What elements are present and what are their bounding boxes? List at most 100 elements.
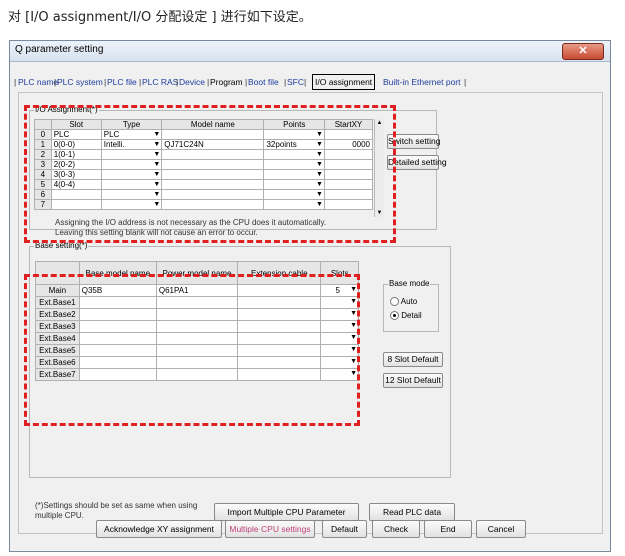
tab-plc-file[interactable]: PLC file — [107, 75, 137, 89]
power-model-cell[interactable] — [155, 344, 239, 357]
base-model-cell[interactable] — [78, 320, 157, 333]
slots-dropdown[interactable]: 5 ▼ — [320, 284, 359, 297]
type-dropdown[interactable]: PLC ▼ — [100, 129, 163, 140]
model-cell[interactable] — [161, 179, 265, 190]
type-dropdown[interactable]: ▼ — [100, 189, 163, 200]
tab-plc-system[interactable]: PLC system — [57, 75, 103, 89]
scroll-up-icon[interactable]: ▲ — [375, 119, 384, 127]
slot-cell: 1(0-1) — [50, 149, 102, 160]
startxy-cell[interactable] — [323, 129, 374, 140]
slots-dropdown[interactable]: ▼ — [320, 320, 359, 333]
startxy-cell[interactable] — [323, 159, 374, 170]
type-dropdown[interactable]: ▼ — [100, 149, 163, 160]
model-cell[interactable] — [161, 159, 265, 170]
cancel-button[interactable]: Cancel — [476, 520, 526, 538]
base-model-cell[interactable] — [78, 368, 157, 381]
startxy-cell[interactable] — [323, 169, 374, 180]
power-model-cell[interactable]: Q61PA1 — [155, 284, 239, 297]
type-dropdown[interactable]: ▼ — [100, 159, 163, 170]
power-model-cell[interactable] — [155, 332, 239, 345]
io-header-slot: Slot — [50, 119, 102, 130]
startxy-cell[interactable] — [323, 179, 374, 190]
dropdown-arrow-icon: ▼ — [316, 171, 323, 178]
tab-program[interactable]: Program — [210, 75, 243, 89]
default-button[interactable]: Default — [322, 520, 367, 538]
multiple-cpu-settings-button[interactable]: Multiple CPU settings — [225, 520, 315, 538]
detail-radio[interactable]: Detail — [390, 311, 422, 321]
model-cell[interactable] — [161, 169, 265, 180]
slots-dropdown[interactable]: ▼ — [320, 368, 359, 381]
extension-cable-cell[interactable] — [237, 296, 322, 309]
extension-cable-cell[interactable] — [237, 308, 322, 321]
power-model-cell[interactable] — [155, 296, 239, 309]
points-dropdown[interactable]: ▼ — [263, 169, 325, 180]
slot8-default-button[interactable]: 8 Slot Default — [383, 352, 443, 367]
end-button[interactable]: End — [424, 520, 472, 538]
tab-io-assignment[interactable]: I/O assignment — [312, 74, 376, 90]
points-dropdown[interactable]: ▼ — [263, 149, 325, 160]
io-table-scrollbar[interactable]: ▲ ▼ — [374, 119, 384, 217]
points-dropdown[interactable]: ▼ — [263, 129, 325, 140]
extension-cable-cell[interactable] — [237, 368, 322, 381]
power-model-cell[interactable] — [155, 356, 239, 369]
detailed-setting-button[interactable]: Detailed setting — [387, 155, 447, 170]
scroll-down-icon[interactable]: ▼ — [375, 209, 384, 217]
extension-cable-cell[interactable] — [237, 284, 322, 297]
startxy-cell[interactable] — [323, 199, 374, 210]
slots-dropdown[interactable]: ▼ — [320, 356, 359, 369]
base-model-cell[interactable] — [78, 356, 157, 369]
type-dropdown[interactable]: ▼ — [100, 199, 163, 210]
tab-plc-ras[interactable]: PLC RAS — [142, 75, 178, 89]
tab-device[interactable]: Device — [179, 75, 205, 89]
slots-dropdown[interactable]: ▼ — [320, 344, 359, 357]
startxy-cell[interactable]: 0000 — [323, 139, 374, 150]
dropdown-arrow-icon: ▼ — [153, 171, 161, 178]
extension-cable-cell[interactable] — [237, 320, 322, 333]
base-header-cable: Extension cable — [237, 261, 322, 285]
points-dropdown[interactable]: ▼ — [263, 199, 325, 210]
read-plc-data-button[interactable]: Read PLC data — [369, 503, 455, 521]
model-cell[interactable] — [161, 129, 265, 140]
check-button[interactable]: Check — [372, 520, 420, 538]
acknowledge-xy-button[interactable]: Acknowledge XY assignment — [96, 520, 222, 538]
power-model-cell[interactable] — [155, 320, 239, 333]
model-cell[interactable] — [161, 199, 265, 210]
points-dropdown[interactable]: ▼ — [263, 179, 325, 190]
points-dropdown[interactable]: ▼ — [263, 189, 325, 200]
power-model-cell[interactable] — [155, 308, 239, 321]
type-dropdown[interactable]: ▼ — [100, 179, 163, 190]
extension-cable-cell[interactable] — [237, 356, 322, 369]
type-dropdown[interactable]: ▼ — [100, 169, 163, 180]
extension-cable-cell[interactable] — [237, 344, 322, 357]
power-model-cell[interactable] — [155, 368, 239, 381]
close-button[interactable]: ✕ — [562, 43, 604, 60]
points-dropdown[interactable]: ▼ — [263, 159, 325, 170]
base-model-cell[interactable] — [78, 344, 157, 357]
points-dropdown[interactable]: 32points ▼ — [263, 139, 325, 150]
model-cell[interactable]: QJ71C24N — [161, 139, 265, 150]
import-multiple-cpu-button[interactable]: Import Multiple CPU Parameter — [214, 503, 359, 521]
slots-dropdown[interactable]: ▼ — [320, 308, 359, 321]
slot12-default-button[interactable]: 12 Slot Default — [383, 373, 443, 388]
io-note-line2: Leaving this setting blank will not caus… — [55, 228, 258, 237]
tab-sfc[interactable]: SFC — [287, 75, 304, 89]
base-model-cell[interactable]: Q35B — [78, 284, 157, 297]
tab-plc-name[interactable]: PLC name — [18, 75, 58, 89]
base-model-cell[interactable] — [78, 308, 157, 321]
model-cell[interactable] — [161, 149, 265, 160]
slots-dropdown[interactable]: ▼ — [320, 332, 359, 345]
model-cell[interactable] — [161, 189, 265, 200]
auto-radio[interactable]: Auto — [390, 297, 417, 307]
startxy-cell[interactable] — [323, 189, 374, 200]
tab-builtin-ethernet[interactable]: Built-in Ethernet port — [383, 75, 460, 89]
switch-setting-button[interactable]: Switch setting — [387, 134, 440, 149]
dropdown-arrow-icon: ▼ — [316, 201, 323, 208]
table-row: Ext.Base6 ▼ — [35, 356, 359, 369]
base-model-cell[interactable] — [78, 296, 157, 309]
extension-cable-cell[interactable] — [237, 332, 322, 345]
base-model-cell[interactable] — [78, 332, 157, 345]
tab-boot-file[interactable]: Boot file — [248, 75, 279, 89]
startxy-cell[interactable] — [323, 149, 374, 160]
slots-dropdown[interactable]: ▼ — [320, 296, 359, 309]
type-dropdown[interactable]: Intelli. ▼ — [100, 139, 163, 150]
